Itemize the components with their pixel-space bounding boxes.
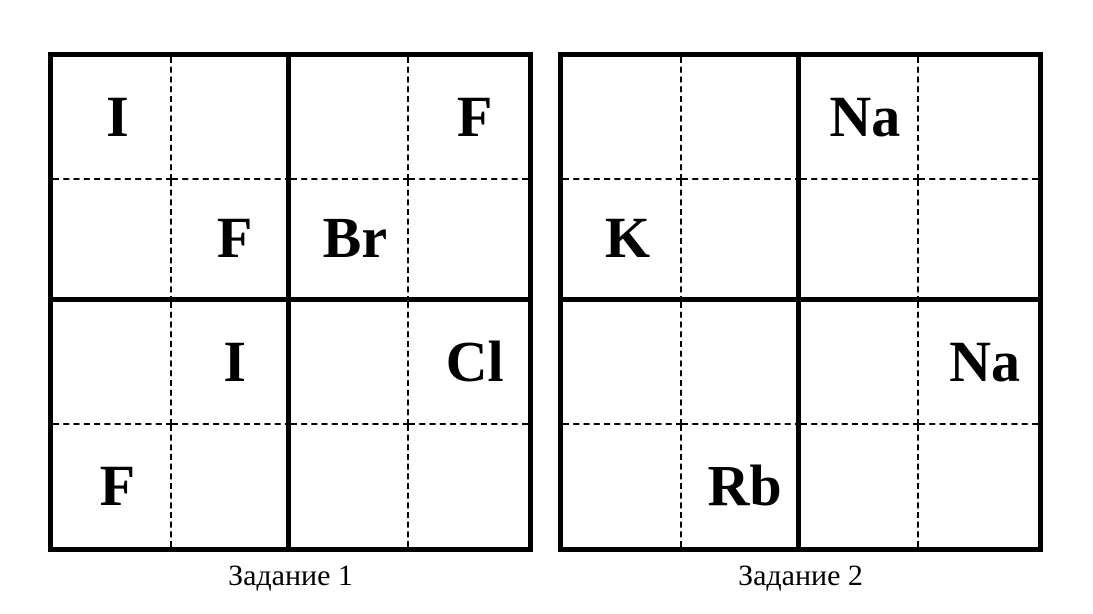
grid-cell[interactable] [409,180,528,302]
grid-cell[interactable] [290,302,410,425]
grid-cell[interactable] [919,57,1038,180]
grid-cell[interactable] [800,179,920,302]
cell-value: Na [829,84,901,150]
puzzle-caption: Задание 1 [228,559,353,592]
grid-cell[interactable] [563,57,682,180]
cell-value: F [216,205,253,271]
grid-cell[interactable]: K [563,179,682,302]
grid-cell[interactable] [681,302,801,425]
grid-cell[interactable]: Cl [409,302,528,425]
grid-cell[interactable] [800,302,920,425]
cell-value: I [223,329,246,395]
grid-cell[interactable] [801,424,920,547]
grid-cell[interactable]: I [53,57,172,180]
grid-cell[interactable]: Na [800,57,920,180]
grid-cell[interactable]: F [409,57,528,180]
cell-value: K [604,205,650,271]
cell-value: Br [322,205,388,271]
grid-cell[interactable] [681,179,801,302]
puzzle-task-2: Na K Na Rb Задание 2 [558,52,1043,593]
cell-value: Cl [445,329,504,395]
grid-cell[interactable] [409,425,528,548]
grid-cell[interactable]: I [171,302,291,425]
puzzle-task-1: I F F Br I Cl F Задание 1 [48,52,533,593]
sudoku-grid-task-2: Na K Na Rb [558,52,1043,552]
grid-cell[interactable]: F [171,179,291,302]
grid-cell[interactable] [563,302,682,425]
grid-cell[interactable]: Rb [682,424,801,547]
grid-cell[interactable] [919,180,1038,302]
cell-value: Rb [707,452,782,518]
sudoku-grid-task-1: I F F Br I Cl F [48,52,533,552]
grid-cell[interactable] [291,424,410,547]
grid-cell[interactable] [919,425,1038,548]
worksheet-page: I F F Br I Cl F Задание 1 Na K Na Rb Зад… [0,0,1093,614]
cell-value: Na [949,329,1021,395]
grid-cell[interactable]: Na [919,302,1038,425]
grid-cell[interactable]: Br [290,179,410,302]
grid-cell[interactable] [171,57,291,180]
cell-value: I [106,84,129,150]
grid-cell[interactable] [681,57,801,180]
cell-value: F [456,84,493,150]
grid-cell[interactable] [563,424,682,547]
grid-cell[interactable] [290,57,410,180]
grid-cell[interactable] [172,424,291,547]
grid-cell[interactable] [53,179,172,302]
puzzle-caption: Задание 2 [738,559,863,592]
cell-value: F [99,452,136,518]
grid-cell[interactable]: F [53,424,172,547]
grid-cell[interactable] [53,302,172,425]
